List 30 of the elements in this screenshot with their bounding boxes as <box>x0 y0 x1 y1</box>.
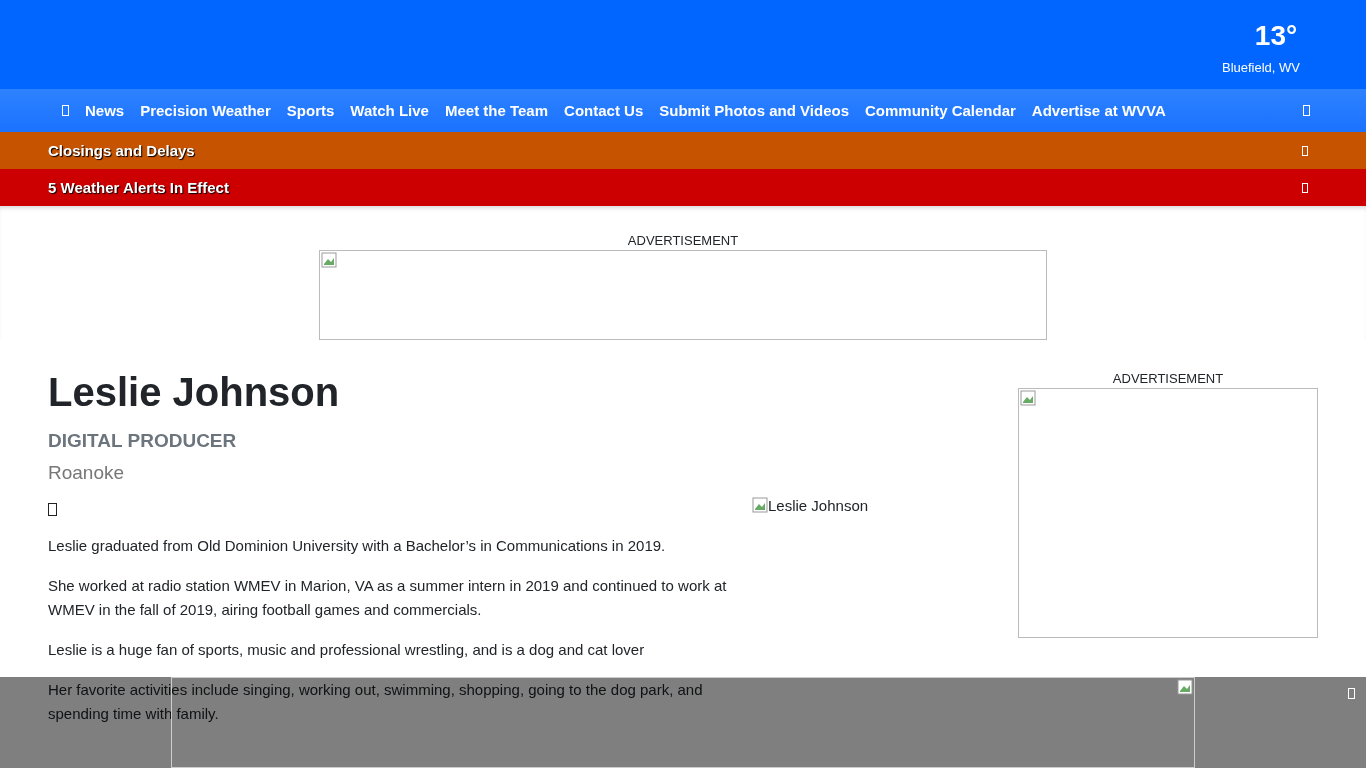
broken-image-icon <box>321 252 337 268</box>
job-title: DIGITAL PRODUCER <box>48 430 238 452</box>
nav-link[interactable]: Submit Photos and Videos <box>659 102 849 119</box>
ad-label: ADVERTISEMENT <box>1112 371 1224 386</box>
nav-link[interactable]: Precision Weather <box>140 102 271 119</box>
bio-paragraph: Leslie graduated from Old Dominion University with a Bachelor’s in Communications in 2019. <box>48 536 667 556</box>
weather-location: Bluefield, WV <box>1220 60 1301 75</box>
nav-link[interactable]: Watch Live <box>350 102 429 119</box>
banner-text[interactable]: Closings and Delays <box>48 142 195 159</box>
temperature: 13° <box>1253 20 1299 52</box>
alert-banner[interactable]: 5 Weather Alerts In Effect <box>0 169 1366 206</box>
broken-image-icon <box>1020 390 1036 406</box>
bio-paragraph: She worked at radio station WMEV in Marion, VA as a summer intern in 2019 and continued to work at WMEV in the fall of 2019, airing football games and commercials. <box>48 576 728 620</box>
banner-text[interactable]: 5 Weather Alerts In Effect <box>48 179 229 196</box>
person-name: Leslie Johnson <box>48 369 341 416</box>
nav-link[interactable]: Community Calendar <box>865 102 1016 119</box>
alert-banner[interactable]: Closings and Delays <box>0 132 1366 169</box>
nav-link[interactable]: News <box>85 102 125 119</box>
person-location: Roanoke <box>48 462 126 484</box>
nav-link[interactable]: Meet the Team <box>444 102 549 119</box>
nav-link[interactable]: Sports <box>286 102 335 119</box>
nav-link[interactable]: Advertise at WVVA <box>1031 102 1166 119</box>
broken-image-icon <box>1177 679 1193 695</box>
ad-label: ADVERTISEMENT <box>627 233 739 248</box>
close-icon[interactable] <box>1348 688 1355 699</box>
missing-glyph-icon[interactable] <box>48 503 57 516</box>
nav-link[interactable]: Contact Us <box>564 102 644 119</box>
photo-alt-text: Leslie Johnson <box>768 497 869 514</box>
broken-image-icon <box>752 497 768 513</box>
bio-paragraph: Leslie is a huge fan of sports, music and professional wrestling, and is a dog and cat lover <box>48 640 646 660</box>
